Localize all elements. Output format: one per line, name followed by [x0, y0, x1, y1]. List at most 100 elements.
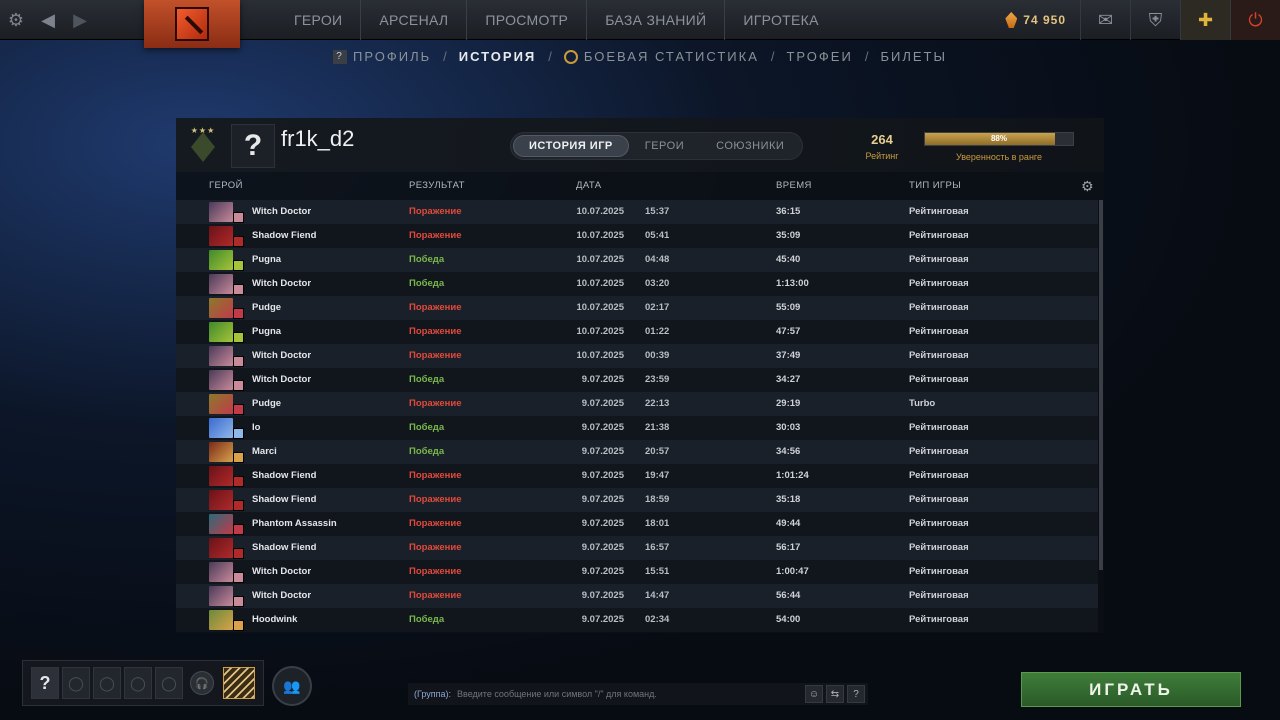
- table-row[interactable]: Pudge Поражение 10.07.2025 02:17 55:09 Рейтин…: [176, 296, 1098, 320]
- profile-header: ★★★ ? fr1k_d2 ИСТОРИЯ ИГР ГЕРОИ СОЮЗНИКИ…: [176, 118, 1104, 172]
- rating-block: 264 Рейтинг: [858, 132, 906, 161]
- dota-logo-home-button[interactable]: [144, 0, 240, 48]
- column-hero[interactable]: ГЕРОЙ: [209, 180, 243, 191]
- table-row[interactable]: Shadow Fiend Поражение 9.07.2025 18:59 35:18…: [176, 488, 1098, 512]
- hero-portrait: [209, 370, 233, 390]
- subnav-battle-stats[interactable]: БОЕВАЯ СТАТИСТИКА: [563, 49, 759, 64]
- column-duration[interactable]: ВРЕМЯ: [776, 180, 812, 191]
- table-row[interactable]: Witch Doctor Поражение 10.07.2025 00:39 37:4…: [176, 344, 1098, 368]
- party-slot-empty-icon[interactable]: ◯: [155, 667, 183, 699]
- hero-attribute-icon: [233, 332, 244, 343]
- table-row[interactable]: Pugna Поражение 10.07.2025 01:22 47:57 Рейтин…: [176, 320, 1098, 344]
- profile-subnav: ? ПРОФИЛЬ / ИСТОРИЯ / БОЕВАЯ СТАТИСТИКА …: [0, 49, 1280, 64]
- emoticon-icon[interactable]: ☺: [805, 685, 823, 703]
- party-slot-empty-icon[interactable]: ◯: [62, 667, 90, 699]
- top-navigation-bar: ⚙ ◀ ▶ ГЕРОИ АРСЕНАЛ ПРОСМОТР БАЗА ЗНАНИЙ…: [0, 0, 1280, 48]
- match-game-mode: Рейтинговая: [909, 326, 969, 337]
- play-button[interactable]: ИГРАТЬ: [1021, 672, 1241, 707]
- match-duration: 45:40: [776, 254, 801, 265]
- tab-match-history[interactable]: ИСТОРИЯ ИГР: [513, 135, 629, 157]
- column-game-mode[interactable]: ТИП ИГРЫ: [909, 180, 961, 191]
- match-date: 9.07.2025: [581, 590, 624, 601]
- table-row[interactable]: Shadow Fiend Поражение 10.07.2025 05:41 35:0…: [176, 224, 1098, 248]
- party-slot-empty-icon[interactable]: ◯: [93, 667, 121, 699]
- tab-heroes[interactable]: ГЕРОИ: [629, 135, 700, 157]
- match-date: 9.07.2025: [581, 446, 624, 457]
- hero-name: Witch Doctor: [252, 278, 312, 289]
- table-row[interactable]: Hoodwink Победа 9.07.2025 02:34 54:00 Рейтинг…: [176, 608, 1098, 632]
- match-date: 10.07.2025: [576, 206, 624, 217]
- chat-help-icon[interactable]: ?: [847, 685, 865, 703]
- scrollbar-thumb[interactable]: [1099, 200, 1103, 570]
- subnav-tickets-label: БИЛЕТЫ: [880, 49, 947, 64]
- table-row[interactable]: Phantom Assassin Поражение 9.07.2025 18:01 4…: [176, 512, 1098, 536]
- dota-plus-icon[interactable]: ✚: [1180, 0, 1230, 40]
- armory-shield-icon[interactable]: ⛨: [1130, 0, 1180, 40]
- hero-portrait: [209, 298, 233, 318]
- hero-portrait: [209, 538, 233, 558]
- nav-watch[interactable]: ПРОСМОТР: [466, 0, 586, 40]
- rating-label: Рейтинг: [865, 151, 899, 161]
- table-row[interactable]: Shadow Fiend Поражение 9.07.2025 19:47 1:01:…: [176, 464, 1098, 488]
- table-row[interactable]: Witch Doctor Поражение 9.07.2025 14:47 56:44…: [176, 584, 1098, 608]
- match-time: 04:48: [645, 254, 670, 265]
- subnav-profile[interactable]: ? ПРОФИЛЬ: [333, 49, 431, 64]
- mail-icon[interactable]: ✉: [1080, 0, 1130, 40]
- match-duration: 34:27: [776, 374, 801, 385]
- subnav-tickets[interactable]: БИЛЕТЫ: [880, 49, 947, 64]
- power-exit-icon[interactable]: ⏻: [1230, 0, 1280, 40]
- table-row[interactable]: Pugna Победа 10.07.2025 04:48 45:40 Рейтингов…: [176, 248, 1098, 272]
- dota-logo-icon: [175, 7, 209, 41]
- match-time: 01:22: [645, 326, 670, 337]
- table-row[interactable]: Shadow Fiend Поражение 9.07.2025 16:57 56:17…: [176, 536, 1098, 560]
- table-row[interactable]: Witch Doctor Поражение 10.07.2025 15:37 36:1…: [176, 200, 1098, 224]
- match-list-scrollbar[interactable]: [1099, 200, 1103, 570]
- party-slot-empty-icon[interactable]: ◯: [124, 667, 152, 699]
- forward-arrow-icon[interactable]: ▶: [64, 0, 96, 40]
- table-row[interactable]: Witch Doctor Победа 9.07.2025 23:59 34:27 Рей…: [176, 368, 1098, 392]
- chat-input[interactable]: Введите сообщение или символ "/" для ком…: [457, 689, 805, 699]
- match-history-panel: ★★★ ? fr1k_d2 ИСТОРИЯ ИГР ГЕРОИ СОЮЗНИКИ…: [176, 118, 1104, 633]
- table-settings-gear-icon[interactable]: ⚙: [1081, 178, 1094, 195]
- friends-icon[interactable]: 👥: [272, 666, 312, 706]
- match-game-mode: Turbo: [909, 398, 936, 409]
- hero-attribute-icon: [233, 356, 244, 367]
- match-time: 18:01: [645, 518, 670, 529]
- chat-wheel-icon[interactable]: ⇆: [826, 685, 844, 703]
- subnav-history[interactable]: ИСТОРИЯ: [459, 49, 537, 64]
- table-row[interactable]: Io Победа 9.07.2025 21:38 30:03 Рейтинговая: [176, 416, 1098, 440]
- table-row[interactable]: Marci Победа 9.07.2025 20:57 34:56 Рейтингова…: [176, 440, 1098, 464]
- match-date: 10.07.2025: [576, 350, 624, 361]
- match-time: 22:13: [645, 398, 670, 409]
- table-row[interactable]: Witch Doctor Победа 10.07.2025 03:20 1:13:00…: [176, 272, 1098, 296]
- player-name: fr1k_d2: [281, 126, 355, 151]
- party-slot-self[interactable]: ?: [31, 667, 59, 699]
- column-date[interactable]: ДАТА: [576, 180, 601, 191]
- tab-allies[interactable]: СОЮЗНИКИ: [700, 135, 800, 157]
- party-chat-bar[interactable]: (Группа): Введите сообщение или символ "…: [408, 683, 868, 705]
- subnav-trophies[interactable]: ТРОФЕИ: [786, 49, 852, 64]
- history-tabs: ИСТОРИЯ ИГР ГЕРОИ СОЮЗНИКИ: [510, 132, 804, 160]
- battle-pass-icon[interactable]: [223, 667, 255, 699]
- match-duration: 37:49: [776, 350, 801, 361]
- table-row[interactable]: Pudge Поражение 9.07.2025 22:13 29:19 Turbo: [176, 392, 1098, 416]
- match-result: Поражение: [409, 542, 462, 553]
- match-date: 10.07.2025: [576, 230, 624, 241]
- nav-arcade[interactable]: ИГРОТЕКА: [724, 0, 836, 40]
- nav-learn[interactable]: БАЗА ЗНАНИЙ: [586, 0, 724, 40]
- settings-gear-icon[interactable]: ⚙: [0, 0, 32, 40]
- match-date: 10.07.2025: [576, 254, 624, 265]
- nav-heroes[interactable]: ГЕРОИ: [276, 0, 360, 40]
- hero-name: Pugna: [252, 254, 282, 265]
- nav-armory[interactable]: АРСЕНАЛ: [360, 0, 466, 40]
- shards-currency[interactable]: 74 950: [991, 0, 1080, 40]
- back-arrow-icon[interactable]: ◀: [32, 0, 64, 40]
- match-game-mode: Рейтинговая: [909, 374, 969, 385]
- match-result: Поражение: [409, 230, 462, 241]
- voice-chat-headset-icon[interactable]: 🎧: [190, 671, 214, 695]
- table-row[interactable]: Witch Doctor Поражение 9.07.2025 15:51 1:00:…: [176, 560, 1098, 584]
- match-time: 23:59: [645, 374, 670, 385]
- player-avatar[interactable]: ?: [231, 124, 275, 168]
- subnav-separator: /: [770, 49, 775, 64]
- column-result[interactable]: РЕЗУЛЬТАТ: [409, 180, 465, 191]
